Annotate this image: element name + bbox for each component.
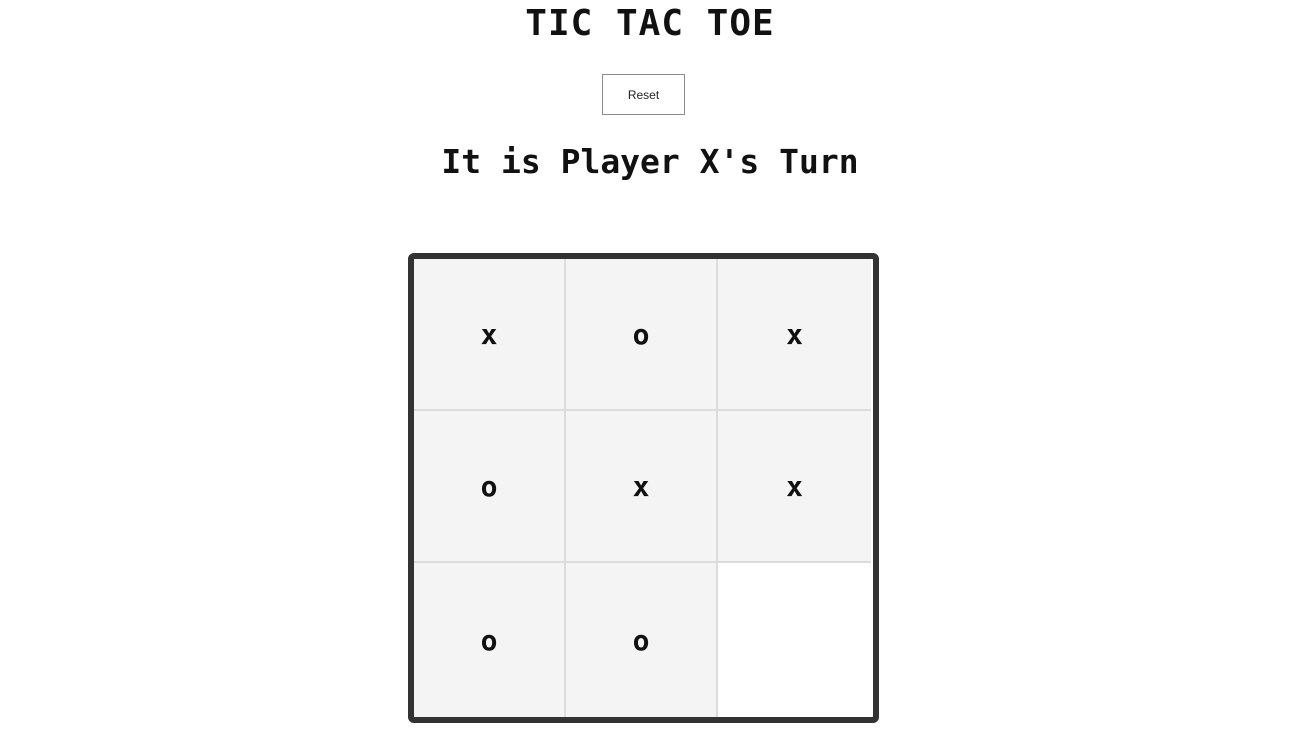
board-cell-4[interactable]: x	[566, 411, 718, 563]
board-cell-5[interactable]: x	[718, 411, 871, 563]
board-cell-6[interactable]: o	[414, 563, 566, 717]
turn-status: It is Player X's Turn	[441, 142, 859, 181]
board-cell-8[interactable]	[718, 563, 871, 717]
game-board: x o x o x x o o	[408, 253, 879, 723]
board-cell-2[interactable]: x	[718, 259, 871, 411]
reset-button[interactable]: Reset	[602, 74, 685, 115]
board-cell-3[interactable]: o	[414, 411, 566, 563]
game-title: TIC TAC TOE	[525, 3, 775, 44]
board-cell-0[interactable]: x	[414, 259, 566, 411]
board-cell-1[interactable]: o	[566, 259, 718, 411]
board-cell-7[interactable]: o	[566, 563, 718, 717]
